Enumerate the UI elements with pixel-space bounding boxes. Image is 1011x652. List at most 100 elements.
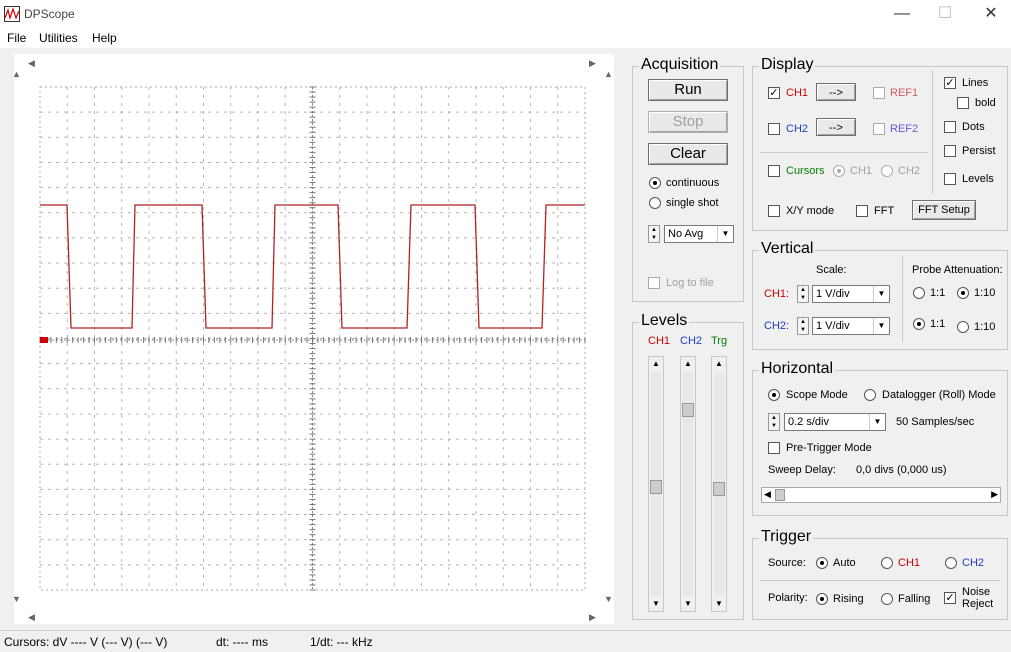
bold-checkbox[interactable] xyxy=(957,97,969,109)
log-to-file-label: Log to file xyxy=(666,277,714,289)
single-shot-radio[interactable] xyxy=(649,197,661,209)
maximize-button[interactable]: ☐ xyxy=(925,2,965,26)
scroll-down-right-icon: ▼ xyxy=(604,594,613,604)
scope-mode-label: Scope Mode xyxy=(786,389,848,401)
ch2-to-ref2-button[interactable]: --> xyxy=(816,118,856,136)
avg-select[interactable]: No Avg ▼ xyxy=(664,225,734,243)
ch1-level-scrollbar[interactable]: ▲ ▼ xyxy=(648,356,664,612)
ch2-scale-value: 1 V/div xyxy=(816,320,850,332)
levels-ch2-label: CH2 xyxy=(680,335,703,347)
sweep-delay-label: Sweep Delay: xyxy=(768,464,836,476)
fft-label: FFT xyxy=(874,205,895,217)
arrow-up-icon[interactable]: ▲ xyxy=(649,357,663,371)
trigger-falling-radio[interactable] xyxy=(881,593,893,605)
close-button[interactable]: ✕ xyxy=(971,2,1011,26)
xy-mode-label: X/Y mode xyxy=(786,205,835,217)
ch2-probe-1x-label: 1:1 xyxy=(930,318,946,330)
log-to-file-checkbox[interactable] xyxy=(648,277,660,289)
avg-spinner[interactable]: ▲ ▼ xyxy=(648,225,660,243)
ch1-scale-spinner[interactable]: ▲ ▼ xyxy=(797,285,809,303)
arrow-down-icon[interactable]: ▼ xyxy=(649,597,663,611)
noise-reject-checkbox[interactable]: ✓ xyxy=(944,592,956,604)
ref1-checkbox[interactable] xyxy=(873,87,885,99)
scope-canvas: ◀ ▶ ▲ ▼ ◀ ▶ ▲ ▼ xyxy=(14,58,613,622)
timebase-spinner[interactable]: ▲ ▼ xyxy=(768,413,780,431)
datalogger-mode-radio[interactable] xyxy=(864,389,876,401)
cursor-ch2-label: CH2 xyxy=(898,165,921,177)
arrow-right-icon[interactable]: ▶ xyxy=(991,489,998,500)
dots-checkbox[interactable] xyxy=(944,121,956,133)
ch1-to-ref1-button[interactable]: --> xyxy=(816,83,856,101)
minimize-button[interactable]: — xyxy=(882,2,922,26)
menu-help[interactable]: Help xyxy=(92,31,117,45)
noise-reject-label: Noise Reject xyxy=(962,586,993,610)
cursor-ch2-radio[interactable] xyxy=(881,165,893,177)
fft-setup-button[interactable]: FFT Setup xyxy=(912,200,976,220)
pretrigger-label: Pre-Trigger Mode xyxy=(786,442,872,454)
menu-file[interactable]: File xyxy=(7,31,26,45)
ch1-level-thumb[interactable] xyxy=(650,480,662,494)
trigger-ch2-label: CH2 xyxy=(962,557,985,569)
chevron-down-icon: ▼ xyxy=(873,318,889,334)
clear-button[interactable]: Clear xyxy=(648,143,728,165)
stop-button[interactable]: Stop xyxy=(648,111,728,133)
fft-checkbox[interactable] xyxy=(856,205,868,217)
trigger-rising-radio[interactable] xyxy=(816,593,828,605)
trigger-source-label: Source: xyxy=(768,557,806,569)
cursors-label: Cursors xyxy=(786,165,825,177)
arrow-down-icon[interactable]: ▼ xyxy=(712,597,726,611)
sweep-delay-value: 0,0 divs (0,000 us) xyxy=(856,464,947,476)
acquisition-title: Acquisition xyxy=(639,56,721,74)
trg-level-thumb[interactable] xyxy=(713,482,725,496)
arrow-up-icon[interactable]: ▲ xyxy=(681,357,695,371)
ch1-level-marker xyxy=(40,337,48,343)
ch1-display-checkbox[interactable]: ✓ xyxy=(768,87,780,99)
trigger-auto-radio[interactable] xyxy=(816,557,828,569)
levels-title: Levels xyxy=(639,312,690,330)
ch2-level-scrollbar[interactable]: ▲ ▼ xyxy=(680,356,696,612)
trigger-ch1-radio[interactable] xyxy=(881,557,893,569)
persist-checkbox[interactable] xyxy=(944,145,956,157)
cursors-checkbox[interactable] xyxy=(768,165,780,177)
scroll-up-right-icon: ▲ xyxy=(604,69,613,79)
lines-checkbox[interactable]: ✓ xyxy=(944,77,956,89)
cursor-ch1-radio[interactable] xyxy=(833,165,845,177)
avg-select-value: No Avg xyxy=(668,228,704,240)
persist-label: Persist xyxy=(962,145,996,157)
sweep-delay-thumb[interactable] xyxy=(775,489,785,501)
levels-display-checkbox[interactable] xyxy=(944,173,956,185)
ch2-scale-spinner[interactable]: ▲ ▼ xyxy=(797,317,809,335)
arrow-left-icon[interactable]: ◀ xyxy=(764,489,771,500)
title-bar xyxy=(0,0,1011,28)
ch2-level-thumb[interactable] xyxy=(682,403,694,417)
status-inv-dt: 1/dt: --- kHz xyxy=(310,635,373,649)
datalogger-mode-label: Datalogger (Roll) Mode xyxy=(882,389,996,401)
sweep-delay-scrollbar[interactable]: ◀ ▶ xyxy=(761,487,1001,503)
xy-mode-checkbox[interactable] xyxy=(768,205,780,217)
ch2-probe-10x-radio[interactable] xyxy=(957,321,969,333)
menu-utilities[interactable]: Utilities xyxy=(39,31,78,45)
ch2-probe-1x-radio[interactable] xyxy=(913,318,925,330)
trigger-divider xyxy=(760,580,1000,581)
ch1-scale-value: 1 V/div xyxy=(816,288,850,300)
lines-label: Lines xyxy=(962,77,989,89)
cursor-ch1-label: CH1 xyxy=(850,165,873,177)
trg-level-scrollbar[interactable]: ▲ ▼ xyxy=(711,356,727,612)
arrow-down-icon[interactable]: ▼ xyxy=(681,597,695,611)
trigger-ch2-radio[interactable] xyxy=(945,557,957,569)
horizontal-title: Horizontal xyxy=(759,360,836,378)
ch2-display-checkbox[interactable] xyxy=(768,123,780,135)
ch1-probe-10x-radio[interactable] xyxy=(957,287,969,299)
arrow-up-icon[interactable]: ▲ xyxy=(712,357,726,371)
ch2-scale-select[interactable]: 1 V/div ▼ xyxy=(812,317,890,335)
timebase-select[interactable]: 0.2 s/div ▼ xyxy=(784,413,886,431)
scope-mode-radio[interactable] xyxy=(768,389,780,401)
ch1-scale-select[interactable]: 1 V/div ▼ xyxy=(812,285,890,303)
ref2-checkbox[interactable] xyxy=(873,123,885,135)
scope-display[interactable]: ◀ ▶ ▲ ▼ ◀ ▶ ▲ ▼ xyxy=(14,54,614,624)
pretrigger-checkbox[interactable] xyxy=(768,442,780,454)
ch1-probe-1x-radio[interactable] xyxy=(913,287,925,299)
continuous-radio[interactable] xyxy=(649,177,661,189)
ch1-probe-1x-label: 1:1 xyxy=(930,287,946,299)
run-button[interactable]: Run xyxy=(648,79,728,101)
